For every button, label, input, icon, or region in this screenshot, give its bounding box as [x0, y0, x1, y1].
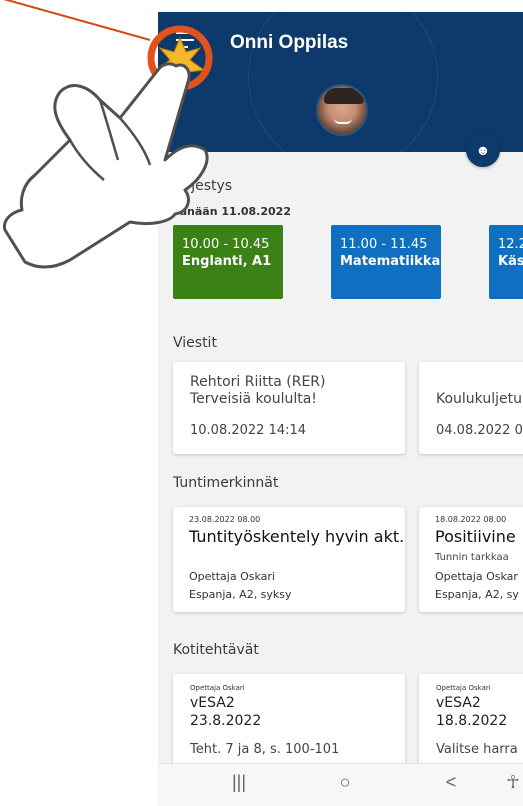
- mark-title: Positiivine: [435, 527, 516, 546]
- message-date: 04.08.2022 0: [436, 423, 523, 438]
- messages-title: Viestit: [173, 335, 217, 351]
- message-subject: Terveisiä koululta!: [190, 391, 317, 407]
- hand-finger-line: [98, 99, 120, 161]
- marks-title: Tuntimerkinnät: [173, 475, 279, 491]
- schedule-date: Tänään 11.08.2022: [173, 205, 291, 218]
- student-name: Onni Oppilas: [230, 32, 349, 53]
- mark-subtitle: Tunnin tarkkaa: [435, 552, 509, 563]
- mark-teacher: Opettaja Oskari: [189, 570, 275, 583]
- message-subject: Koulukuljetu: [436, 391, 522, 407]
- avatar-smile: [334, 118, 352, 124]
- mark-course: Espanja, A2, syksy: [189, 588, 292, 601]
- homework-course: vESA2: [190, 695, 235, 711]
- tutorial-page: Onni Oppilas ☻ järjestys Tänään 11.08.20…: [0, 0, 523, 806]
- message-card[interactable]: Koulukuljetu 04.08.2022 0: [419, 362, 523, 454]
- lesson-card[interactable]: 12.2 Käs: [489, 225, 523, 299]
- mark-course: Espanja, A2, sy: [435, 588, 519, 601]
- schedule-title: järjestys: [173, 178, 233, 194]
- accessibility-icon[interactable]: ☥: [498, 772, 523, 793]
- homework-teacher: Opettaja Oskari: [190, 684, 245, 692]
- mark-card[interactable]: 23.08.2022 08.00 Tuntityöskentely hyvin …: [173, 507, 405, 612]
- lesson-subject: Matematiikka: [340, 254, 441, 269]
- phone-screen: Onni Oppilas ☻ järjestys Tänään 11.08.20…: [158, 12, 523, 806]
- menu-icon[interactable]: [176, 32, 198, 50]
- homework-teacher: Opettaja Oskari: [436, 684, 491, 692]
- homework-date: 18.8.2022: [436, 713, 508, 729]
- lesson-time: 10.00 - 10.45: [182, 237, 270, 252]
- mark-teacher: Opettaja Oskar: [435, 570, 518, 583]
- homework-date: 23.8.2022: [190, 713, 262, 729]
- mark-title: Tuntityöskentely hyvin akt...: [189, 527, 405, 546]
- message-sender: Rehtori Riitta (RER): [190, 374, 326, 390]
- emoji-icon[interactable]: ☻: [466, 133, 500, 167]
- hand-finger-line: [119, 117, 152, 166]
- lesson-card[interactable]: 11.00 - 11.45 Matematiikka: [331, 225, 441, 299]
- mark-date: 18.08.2022 08.00: [435, 515, 507, 524]
- mark-subtitle: [189, 552, 389, 564]
- back-icon[interactable]: <: [436, 772, 466, 793]
- avatar-hair: [324, 88, 364, 104]
- homework-task: Teht. 7 ja 8, s. 100-101: [190, 742, 340, 757]
- profile-avatar[interactable]: [316, 84, 368, 136]
- message-date: 10.08.2022 14:14: [190, 423, 307, 438]
- lesson-subject: Englanti, A1: [182, 254, 272, 269]
- lesson-subject: Käs: [498, 254, 523, 269]
- lesson-time: 12.2: [498, 237, 523, 252]
- system-navbar: ||| ○ < ☥: [158, 763, 523, 806]
- homework-task: Valitse harra: [436, 742, 518, 757]
- home-icon[interactable]: ○: [330, 772, 360, 793]
- pointer-line: [3, 0, 151, 41]
- mark-card[interactable]: 18.08.2022 08.00 Positiivine Tunnin tark…: [419, 507, 523, 612]
- message-sender: [436, 374, 523, 390]
- homework-title: Kotitehtävät: [173, 642, 259, 658]
- mark-date: 23.08.2022 08.00: [189, 515, 261, 524]
- homework-course: vESA2: [436, 695, 481, 711]
- message-card[interactable]: Rehtori Riitta (RER) Terveisiä koululta!…: [173, 362, 405, 454]
- app-header: Onni Oppilas: [158, 12, 523, 152]
- lesson-time: 11.00 - 11.45: [340, 237, 428, 252]
- recent-apps-icon[interactable]: |||: [224, 772, 254, 793]
- lesson-card[interactable]: 10.00 - 10.45 Englanti, A1: [173, 225, 283, 299]
- hand-finger-line: [68, 139, 105, 181]
